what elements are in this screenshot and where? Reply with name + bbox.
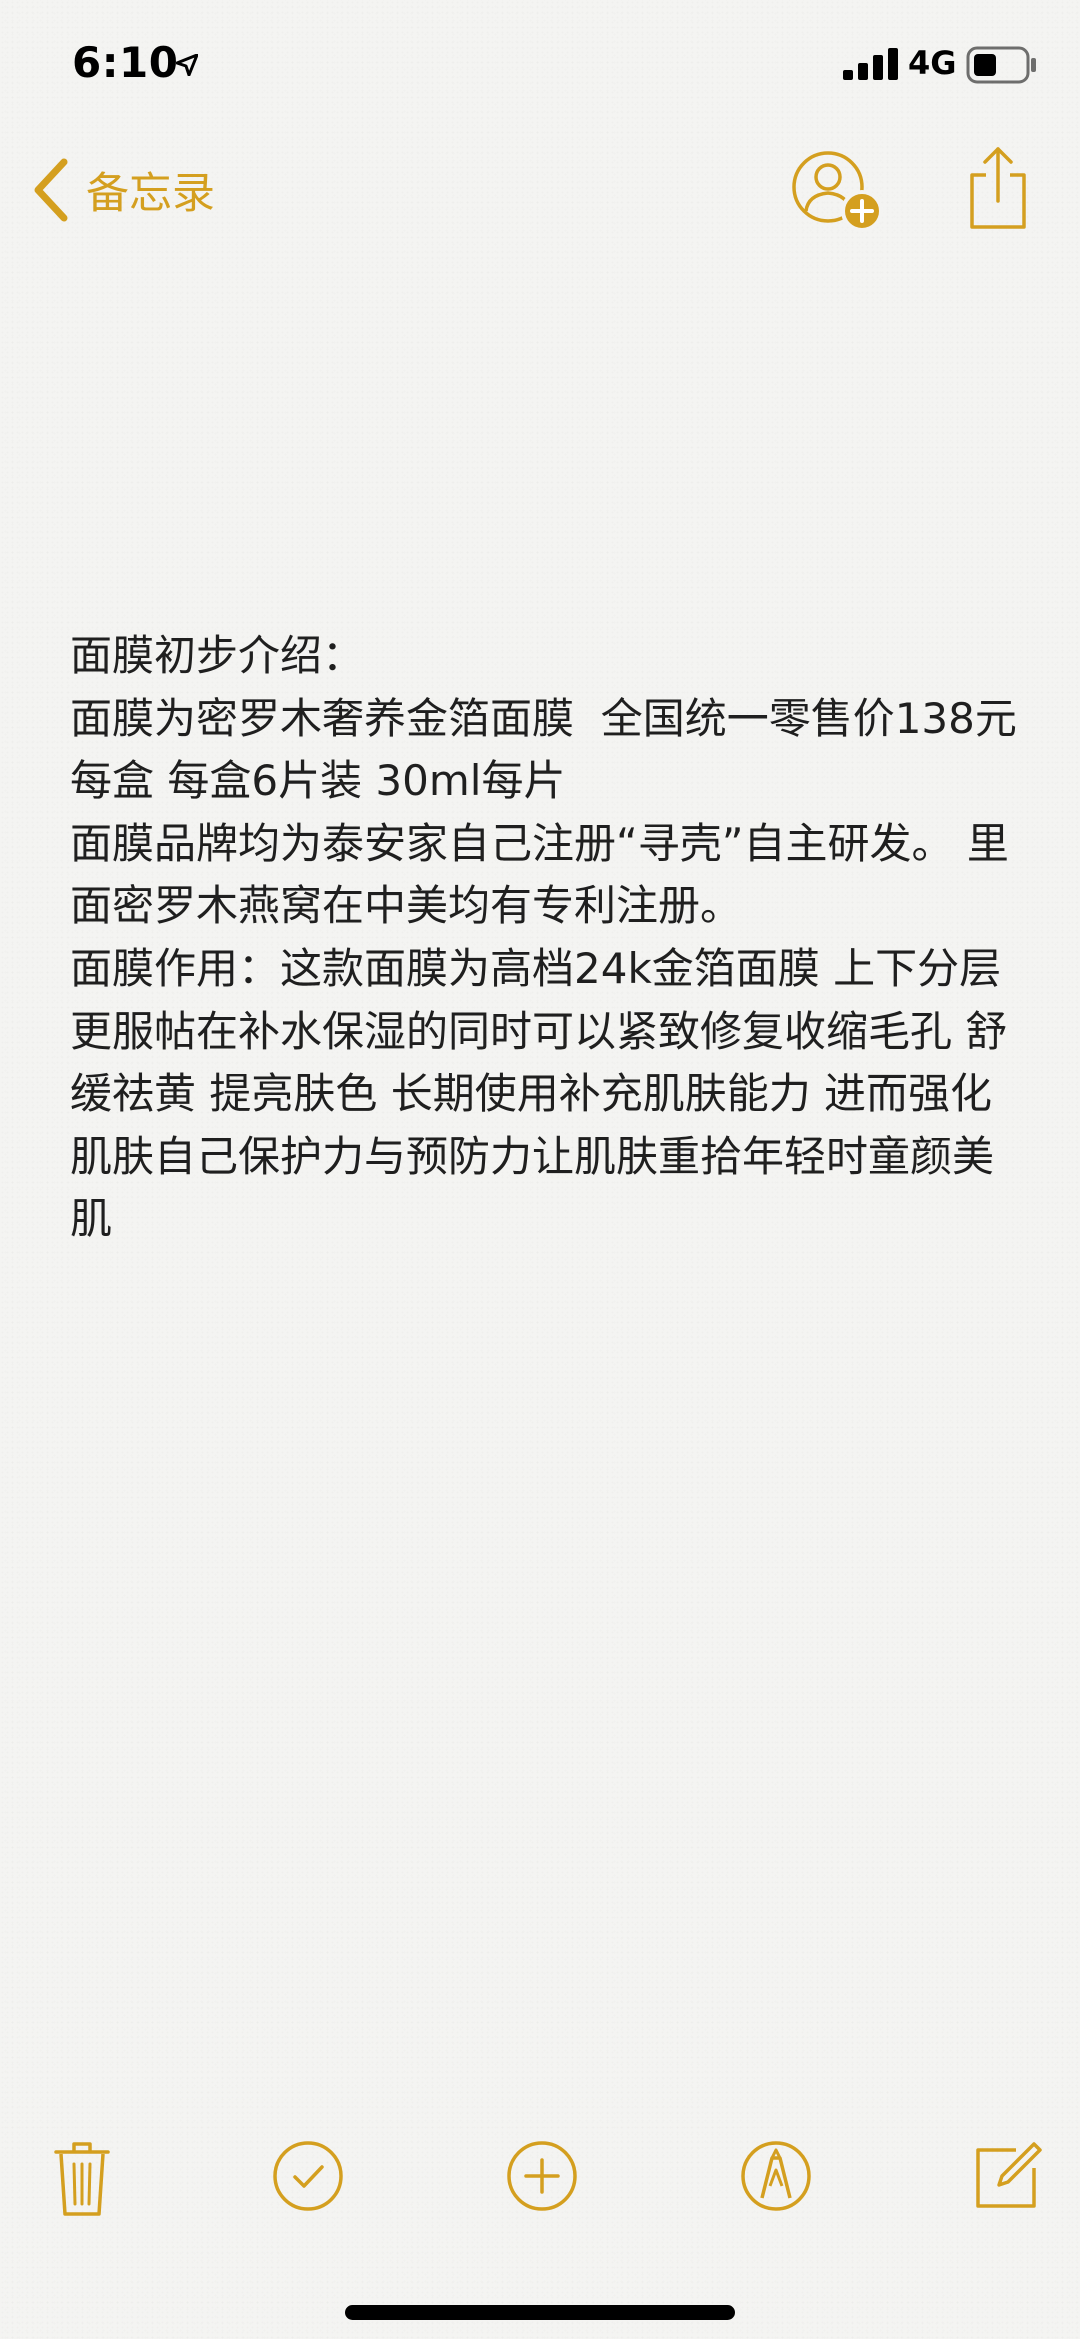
navigation-bar: 备忘录 (0, 135, 1080, 245)
checklist-icon[interactable] (272, 2140, 344, 2212)
status-bar: 6:10 4G (0, 0, 1080, 135)
bottom-toolbar (0, 2130, 1080, 2240)
share-icon[interactable] (968, 143, 1028, 233)
location-arrow-icon (176, 54, 198, 76)
compose-icon[interactable] (972, 2140, 1044, 2212)
plus-icon[interactable] (506, 2140, 578, 2212)
back-label: 备忘录 (86, 169, 215, 219)
status-time: 6:10 (72, 38, 179, 87)
battery-icon (966, 46, 1036, 84)
back-button[interactable]: 备忘录 (30, 150, 215, 230)
network-label: 4G (908, 44, 957, 82)
markup-icon[interactable] (740, 2140, 812, 2212)
home-indicator[interactable] (345, 2305, 735, 2320)
signal-icon (843, 48, 898, 80)
chevron-left-icon (34, 158, 68, 222)
note-text[interactable]: 面膜初步介绍： 面膜为密罗木奢养金箔面膜 全国统一零售价138元每盒 每盒6片装… (70, 625, 1030, 1251)
trash-icon[interactable] (54, 2140, 110, 2220)
add-person-icon[interactable] (790, 149, 886, 239)
